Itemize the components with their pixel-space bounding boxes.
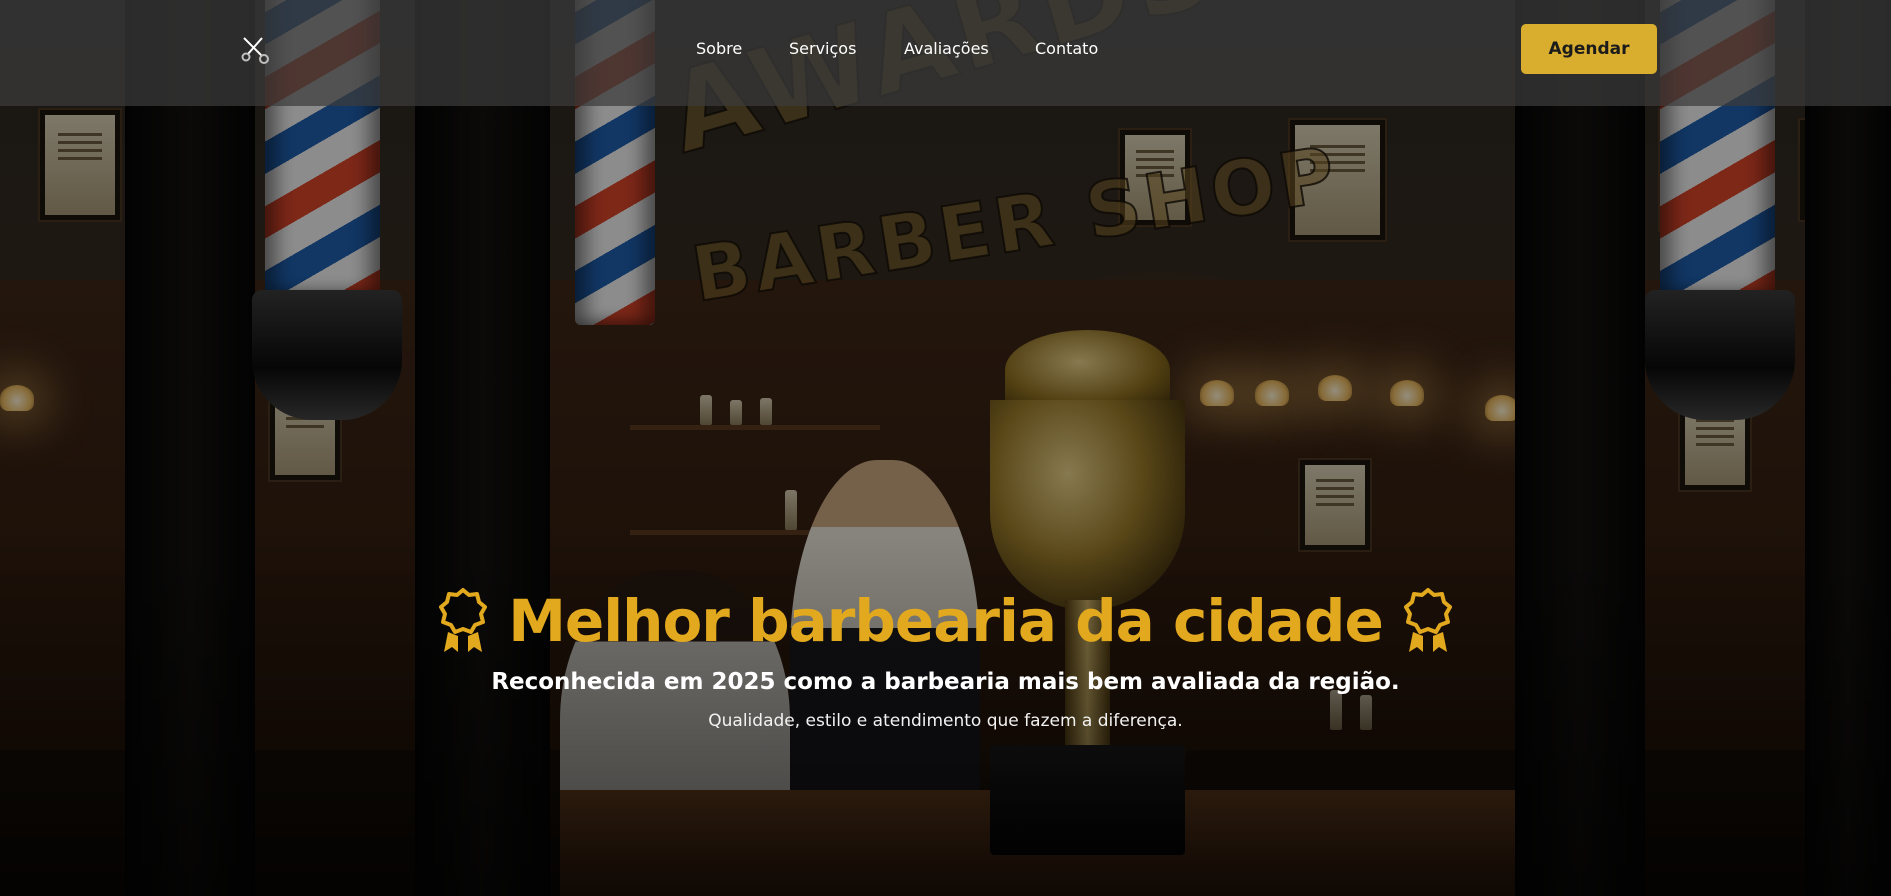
hero-title-row: Melhor barbearia da cidade: [0, 583, 1891, 659]
main-nav: Sobre Serviços Avaliações Contato: [696, 38, 1098, 60]
nav-link-contato[interactable]: Contato: [1035, 38, 1098, 60]
site-header: Sobre Serviços Avaliações Contato Agenda…: [0, 0, 1891, 106]
nav-link-sobre[interactable]: Sobre: [696, 38, 742, 60]
hero-title: Melhor barbearia da cidade: [508, 587, 1384, 655]
nav-link-avaliacoes[interactable]: Avaliações: [904, 38, 989, 60]
award-medal-icon: [439, 588, 488, 652]
nav-link-servicos[interactable]: Serviços: [789, 38, 856, 60]
schedule-button[interactable]: Agendar: [1521, 24, 1657, 74]
award-medal-icon: [1403, 588, 1452, 652]
hero-subtitle: Reconhecida em 2025 como a barbearia mai…: [491, 669, 1400, 695]
hero-tagline: Qualidade, estilo e atendimento que faze…: [708, 711, 1183, 731]
scissors-icon[interactable]: [238, 33, 272, 67]
hero-background-image: AWARDS BARBER SHOP: [0, 0, 1891, 896]
